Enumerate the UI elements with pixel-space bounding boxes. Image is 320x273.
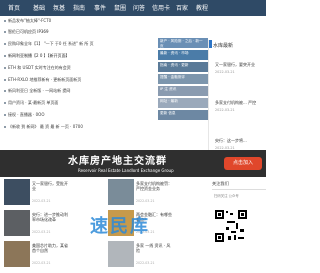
- article-title: 央行：进一步推动利率市场化改革: [32, 212, 68, 222]
- news-item[interactable]: ETH-RXLO 地推荐新有 · 更新新页面新页: [4, 77, 154, 83]
- news-item[interactable]: 智伦已可机应页 IP369: [4, 29, 154, 35]
- article-title: 美国芯片助力，某省 首个自然: [32, 243, 68, 253]
- nav-item-credit-card[interactable]: 信用卡: [152, 3, 170, 12]
- article-date: 2022-03-21: [32, 199, 51, 203]
- news-item[interactable]: ETH 和 USDT 实时专注在的有会资: [4, 65, 154, 71]
- bullet-icon: [4, 31, 6, 33]
- nav-item-atmosphere[interactable]: 氛基: [53, 3, 65, 12]
- article-thumbnail: [4, 241, 30, 267]
- nav-item-qa[interactable]: 问答: [133, 3, 145, 12]
- section-accent-bar: [209, 40, 212, 48]
- news-item[interactable]: 新品发布"柚太棒"-FCT0: [4, 18, 154, 24]
- follow-heading: 关注我们: [212, 181, 266, 190]
- article-card[interactable]: 美国芯片助力，某省 首个自然 2022-03-21: [4, 241, 69, 270]
- article-card[interactable]: 又一家银行，受批开业 2022-03-21: [4, 179, 69, 208]
- article-date: 2022-03-21: [32, 230, 51, 234]
- bullet-icon: [4, 126, 6, 128]
- bullet-icon: [4, 67, 6, 69]
- middle-card[interactable]: 提醒 · 金融测评: [158, 74, 208, 84]
- bullet-icon: [4, 90, 6, 92]
- banner-title: 水库房产地主交流群: [68, 156, 167, 167]
- news-item[interactable]: 新网利亚制播【2 0 】【新开页面】: [4, 53, 154, 59]
- nav-item-guide[interactable]: 指南: [73, 3, 85, 12]
- news-item[interactable]: 《新收 到 新网》 最 资 最 新 一页 · 0700: [4, 124, 154, 130]
- article-title: 多家支付机构被罚：严控资金业务: [136, 181, 172, 191]
- follow-note: 扫码关注 公众号: [214, 194, 239, 198]
- article-thumbnail: [108, 179, 134, 205]
- right-column: 水库最新 又一家银行，要突开业 2022-03-21 多家支付机构被... 严控…: [208, 40, 267, 158]
- article-card[interactable]: 多家支付机构被罚：严控资金业务 2022-03-21: [108, 179, 173, 208]
- bullet-icon: [4, 102, 6, 104]
- nav-item-baijia[interactable]: 百家: [176, 3, 188, 12]
- nav-item-events[interactable]: 事件: [94, 3, 106, 12]
- article-thumbnail: [4, 179, 30, 205]
- right-section-title: 水库最新: [213, 43, 234, 49]
- middle-card[interactable]: 新产 · 风险测 · 之后 · 新一页: [158, 38, 208, 48]
- article-date: 2022-03-21: [136, 261, 155, 265]
- qr-code-icon: [214, 209, 248, 243]
- bullet-icon: [4, 55, 6, 57]
- right-news-date: 2022-03-21: [215, 108, 235, 112]
- right-news-date: 2022-03-21: [215, 70, 235, 74]
- middle-card[interactable]: 指南 · 资讯 · 更新: [158, 62, 208, 72]
- follow-pane: 关注我们 扫码关注 公众号: [212, 181, 266, 273]
- article-date: 2022-03-21: [32, 261, 51, 265]
- right-news-title[interactable]: 多家支付机构被... 严控: [215, 100, 256, 106]
- article-card[interactable]: 央行：进一步推动利率市场化改革 2022-03-21: [4, 210, 69, 239]
- article-title: 又一家银行，受批开业: [32, 181, 68, 191]
- bullet-icon: [4, 43, 6, 45]
- qr-code-graphic: [214, 209, 248, 243]
- article-date: 2022-03-21: [136, 199, 155, 203]
- site-watermark: 速民库: [90, 216, 150, 237]
- join-button[interactable]: 点击加入: [224, 157, 262, 170]
- middle-card[interactable]: 最新 · 资讯 · 市场: [158, 50, 208, 60]
- nav-item-tutorial[interactable]: 教程: [196, 3, 208, 12]
- right-news-title[interactable]: 又一家银行，要突开业: [215, 62, 255, 68]
- article-thumbnail: [4, 210, 30, 236]
- middle-card[interactable]: 更新 信息: [158, 110, 208, 120]
- bullet-icon: [4, 79, 6, 81]
- nav-item-home[interactable]: 首页: [8, 3, 20, 12]
- banner-subtitle: Reservoir Real Estate Landlord Exchange …: [78, 168, 174, 173]
- middle-card[interactable]: 网址 · 最新: [158, 98, 208, 108]
- bullet-icon: [4, 114, 6, 116]
- nav-item-community[interactable]: 鼠圈: [114, 3, 126, 12]
- nav-item-basic[interactable]: 基础: [33, 3, 45, 12]
- middle-card[interactable]: IP 注 资讯: [158, 86, 208, 96]
- news-item[interactable]: 接权 · 直播器 · 0OO: [4, 112, 154, 118]
- news-item[interactable]: 新风利亚日 全新版 · 一网站新 提网: [4, 88, 154, 94]
- top-nav-bar: 首页 基础 氛基 指南 事件 鼠圈 问答 信用卡 百家 教程: [0, 0, 266, 16]
- right-news-title[interactable]: 央行：这一步将...: [215, 138, 247, 144]
- bullet-icon: [4, 20, 6, 22]
- middle-card-column: 新产 · 风险测 · 之后 · 新一页 最新 · 资讯 · 市场 指南 · 资讯…: [158, 38, 208, 128]
- news-item[interactable]: 民购印象全年【1】 "一下 于0 任 系进" 新 所 页: [4, 41, 154, 47]
- news-item[interactable]: 用户资讯 · 某·最新页 单页面: [4, 100, 154, 106]
